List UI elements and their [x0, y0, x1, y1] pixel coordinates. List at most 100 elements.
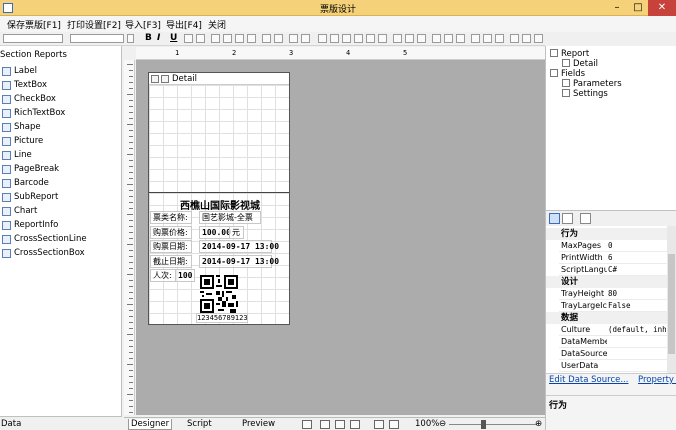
view-grid-icon[interactable] — [335, 420, 345, 429]
ticket-type-label[interactable]: 票类名称: — [150, 211, 192, 224]
close-window-button[interactable]: ✕ — [648, 0, 676, 16]
same-width-icon[interactable] — [393, 34, 402, 43]
toolbox-item-checkbox[interactable]: CheckBox — [0, 93, 120, 106]
minimize-button[interactable]: – — [606, 0, 628, 16]
hspacing-icon[interactable] — [432, 34, 441, 43]
scrollbar-thumb[interactable] — [668, 254, 675, 354]
font-size-dropdown[interactable] — [127, 34, 134, 43]
align-centers-icon[interactable] — [330, 34, 339, 43]
maximize-button[interactable]: □ — [628, 0, 648, 16]
bullets-icon[interactable] — [262, 34, 271, 43]
tab-preview[interactable]: Preview — [242, 419, 275, 429]
tree-fields[interactable]: Fields — [550, 69, 585, 79]
snap-lines-icon[interactable] — [302, 420, 312, 429]
people-count-label[interactable]: 人次: — [150, 269, 177, 282]
alphabetical-icon[interactable] — [562, 213, 573, 224]
edit-data-source-link[interactable]: Edit Data Source... — [549, 375, 628, 385]
align-rights-icon[interactable] — [342, 34, 351, 43]
toolbox-item-richtextbox[interactable]: RichTextBox — [0, 107, 120, 120]
price-unit[interactable]: 元 — [229, 226, 244, 239]
view-single-icon[interactable] — [320, 420, 330, 429]
align-middles-icon[interactable] — [366, 34, 375, 43]
property-dialog-link[interactable]: Property dialog — [638, 375, 676, 385]
ruler-toggle-icon[interactable] — [374, 420, 384, 429]
purchase-date-value[interactable]: 2014-09-17 13:00 — [199, 240, 279, 253]
toolbox-item-crosssectionline[interactable]: CrossSectionLine — [0, 233, 120, 246]
lock-controls-icon[interactable] — [534, 34, 543, 43]
toolbox-item-barcode[interactable]: Barcode — [0, 177, 120, 190]
hspacing-decrease-icon[interactable] — [456, 34, 465, 43]
prop-row-datasource[interactable]: DataSource — [559, 348, 668, 360]
indent-icon[interactable] — [289, 34, 298, 43]
purchase-date-label[interactable]: 购票日期: — [150, 240, 192, 253]
zoom-in-icon[interactable]: ⊕ — [535, 419, 542, 429]
tree-report[interactable]: Report — [550, 49, 589, 59]
menu-close[interactable]: 关闭 — [208, 18, 226, 31]
menu-import[interactable]: 导入[F3] — [125, 18, 161, 31]
zoom-out-icon[interactable]: ⊖ — [439, 419, 446, 429]
toolbox-item-picture[interactable]: Picture — [0, 135, 120, 148]
prop-row-traylargeicon[interactable]: TrayLargeIconFalse — [559, 300, 668, 312]
prop-row-trayheight[interactable]: TrayHeight 80 — [559, 288, 668, 300]
ticket-type-value[interactable]: 国艺影城-全票 — [199, 211, 261, 224]
view-multi-icon[interactable] — [350, 420, 360, 429]
toolbox-item-subreport[interactable]: SubReport — [0, 191, 120, 204]
menu-save-template[interactable]: 保存票版[F1] — [7, 18, 61, 31]
toolbox-item-chart[interactable]: Chart — [0, 205, 120, 218]
send-to-back-icon[interactable] — [522, 34, 531, 43]
style-dropdown[interactable] — [3, 34, 63, 43]
cinema-title[interactable]: 西樵山国际影视城 — [175, 197, 265, 212]
tab-designer[interactable]: Designer — [128, 419, 173, 430]
price-label[interactable]: 购票价格: — [150, 226, 192, 239]
prop-row-culture[interactable]: Culture (default, inh — [559, 324, 668, 336]
prop-row-maxpages[interactable]: MaxPages 0 — [559, 240, 668, 252]
collapse-icon[interactable] — [151, 75, 159, 83]
toolbox-item-label[interactable]: Label — [0, 65, 120, 78]
align-tops-icon[interactable] — [354, 34, 363, 43]
expiry-date-label[interactable]: 截止日期: — [150, 255, 192, 268]
category-data[interactable]: 数据 — [546, 312, 668, 324]
italic-button[interactable]: I — [157, 33, 166, 43]
align-center-icon[interactable] — [223, 34, 232, 43]
tree-detail[interactable]: Detail — [562, 59, 598, 69]
expiry-date-value[interactable]: 2014-09-17 13:00 — [199, 255, 279, 268]
zoom-slider-thumb[interactable] — [481, 420, 486, 429]
category-behavior[interactable]: 行为 — [546, 228, 668, 240]
toolbox-item-pagebreak[interactable]: PageBreak — [0, 163, 120, 176]
toolbox-item-crosssectionbox[interactable]: CrossSectionBox — [0, 247, 120, 260]
property-pages-icon[interactable] — [580, 213, 591, 224]
align-lefts-icon[interactable] — [318, 34, 327, 43]
vspacing-increase-icon[interactable] — [483, 34, 492, 43]
numbering-icon[interactable] — [274, 34, 283, 43]
toolbox-item-reportinfo[interactable]: ReportInfo — [0, 219, 120, 232]
prop-row-scriptlanguage[interactable]: ScriptLanguageC# — [559, 264, 668, 276]
qr-code-icon[interactable] — [200, 275, 238, 313]
categorized-icon[interactable] — [549, 213, 560, 224]
prop-row-printwidth[interactable]: PrintWidth 6 — [559, 252, 668, 264]
tree-parameters[interactable]: Parameters — [562, 79, 622, 89]
underline-button[interactable]: U — [170, 33, 179, 43]
vspacing-icon[interactable] — [471, 34, 480, 43]
tab-script[interactable]: Script — [187, 419, 212, 429]
outdent-icon[interactable] — [301, 34, 310, 43]
prop-row-userdata[interactable]: UserData — [559, 360, 668, 372]
menu-export[interactable]: 导出[F4] — [166, 18, 202, 31]
highlight-icon[interactable] — [196, 34, 205, 43]
toolbox-item-shape[interactable]: Shape — [0, 121, 120, 134]
justify-icon[interactable] — [247, 34, 256, 43]
toolbox-item-line[interactable]: Line — [0, 149, 120, 162]
bold-button[interactable]: B — [145, 33, 154, 43]
same-height-icon[interactable] — [405, 34, 414, 43]
zoom-slider[interactable] — [449, 424, 537, 425]
category-design[interactable]: 设计 — [546, 276, 668, 288]
align-right-icon[interactable] — [235, 34, 244, 43]
prop-row-datamember[interactable]: DataMember — [559, 336, 668, 348]
bring-to-front-icon[interactable] — [510, 34, 519, 43]
font-color-icon[interactable] — [184, 34, 193, 43]
align-bottoms-icon[interactable] — [378, 34, 387, 43]
hspacing-increase-icon[interactable] — [444, 34, 453, 43]
barcode-number[interactable]: 123456789123 — [196, 313, 248, 323]
menu-print-settings[interactable]: 打印设置[F2] — [67, 18, 121, 31]
align-left-icon[interactable] — [211, 34, 220, 43]
property-scrollbar[interactable] — [667, 226, 676, 373]
